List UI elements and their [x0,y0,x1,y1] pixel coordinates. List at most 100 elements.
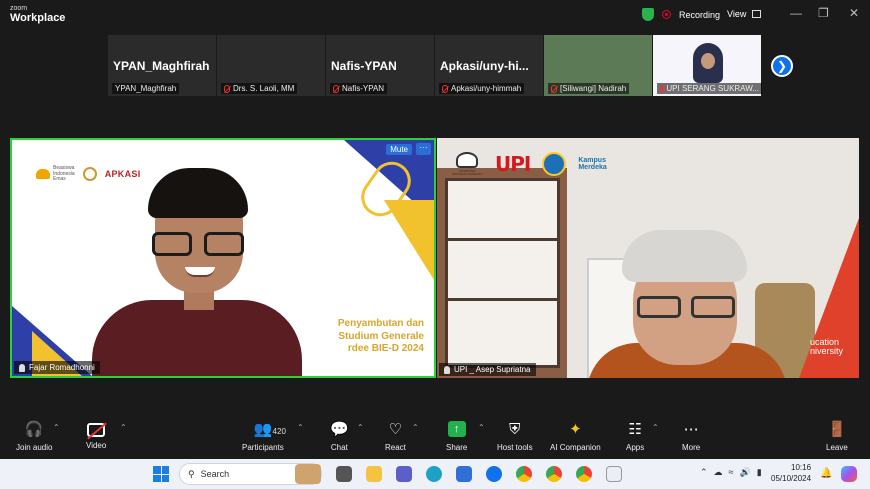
encryption-shield-icon[interactable] [642,8,654,21]
mic-muted-icon [551,84,557,93]
system-tray[interactable]: ⌃ ☁ ≈ 🔊 ▮ [700,467,762,478]
store-icon[interactable] [456,466,472,482]
thumbnail-tile[interactable]: YPAN_Maghfirah YPAN_Maghfirah [108,35,217,96]
edge-icon[interactable] [426,466,442,482]
apps-icon: ☷ [628,421,642,438]
sparkle-icon: ✦ [569,421,582,438]
thumbnail-tile[interactable]: Drs. S. Laoli, MM [217,35,326,96]
video-button[interactable]: Video [86,421,106,450]
widget-icon[interactable] [295,464,321,484]
react-button[interactable]: ♡ React [385,421,406,452]
copilot-icon[interactable] [841,466,857,482]
start-icon[interactable] [153,466,169,482]
slide-title: Penyambutan dan Studium Generale rdee BI… [314,318,424,356]
chat-options-caret[interactable]: ⌃ [357,423,364,432]
share-icon: ↑ [447,421,466,439]
ai-companion-button[interactable]: ✦ AI Companion [550,421,601,452]
pin-icon [19,363,25,372]
react-options-caret[interactable]: ⌃ [412,423,419,432]
control-label: Chat [330,443,348,452]
glasses [152,232,244,256]
search-icon: ⚲ [188,468,195,479]
thumbnail-tile[interactable]: Nafis-YPAN Nafis-YPAN [326,35,435,96]
host-tools-button[interactable]: ⛨ Host tools [497,421,533,452]
volume-icon[interactable]: 🔊 [740,467,751,478]
slide-title-line: rdee BIE-D 2024 [347,343,424,354]
glasses [637,296,735,320]
recording-label: Recording [679,9,721,20]
control-label: Share [446,443,468,452]
recording-indicator[interactable]: Recording [642,8,720,21]
photos-icon[interactable] [606,466,622,482]
tut-wuri-handayani-icon [542,152,567,176]
control-label: React [385,443,406,452]
headphones-icon: 🎧 [24,421,44,438]
share-button[interactable]: ↑ Share [446,421,467,452]
chrome-icon[interactable] [546,466,562,482]
join-audio-options-caret[interactable]: ⌃ [53,423,60,432]
apps-button[interactable]: ☷ Apps [626,421,644,452]
taskbar-clock[interactable]: 10:16 05/10/2024 [771,463,811,485]
participant-video [92,300,302,376]
windows-taskbar: ⚲ Search ⌃ ☁ ≈ 🔊 ▮ 10:16 05/10/2024 🔔 [0,459,870,489]
control-label: Video [86,441,107,450]
control-label: AI Companion [550,443,601,452]
participants-options-caret[interactable]: ⌃ [297,423,304,432]
thumbnail-label-text: UPI SERANG SUKRAW... [666,84,759,93]
mic-muted-icon [333,84,339,93]
teams-icon[interactable] [396,466,412,482]
chat-button[interactable]: 💬 Chat [330,421,349,452]
mute-participant-button[interactable]: Mute [386,144,412,155]
view-label: View [727,9,747,19]
thumbnail-label: UPI SERANG SUKRAW... [657,83,762,94]
battery-icon[interactable]: ▮ [757,467,762,478]
brand-small: zoom [10,5,28,12]
video-tile-participant[interactable]: ucation niversity UNIVERSITAS PENDIDIKAN… [437,138,859,378]
join-audio-button[interactable]: 🎧 Join audio [16,421,52,452]
thumbnail-label-text: YPAN_Maghfirah [115,84,177,93]
apkasi-logo: APKASI [104,169,141,180]
cloud-icon[interactable]: ☁ [714,467,723,478]
control-label: Join audio [16,443,53,452]
video-tile-active-speaker[interactable]: BeasiswaIndonesiaEmas APKASI Yayasan Pen… [10,138,436,378]
leave-icon: 🚪 [827,421,847,438]
video-options-caret[interactable]: ⌃ [120,423,127,432]
chevron-up-icon[interactable]: ⌃ [700,467,708,478]
restore-icon[interactable]: ❐ [818,6,829,20]
minimize-icon[interactable]: — [790,6,802,20]
bie-logo-mark [36,169,50,180]
participants-button[interactable]: 👥 420 Participants [242,421,286,452]
upi-wordmark: UPI [495,152,531,176]
thumbnail-tile[interactable]: [Siliwangi] Nadirah [544,35,653,96]
chrome-icon[interactable] [576,466,592,482]
notification-bell-icon[interactable]: 🔔 [820,468,832,479]
slide-title-line: Studium Generale [338,330,424,342]
participants-icon: 👥 420 [254,421,286,439]
participant-name: Fajar Romadhonni [29,363,95,372]
background-text: ucation niversity [810,338,843,356]
view-button[interactable]: View [727,9,762,19]
more-button[interactable]: ⋯ More [682,421,700,452]
wifi-icon[interactable]: ≈ [729,467,734,478]
participant-hair [622,230,747,282]
folder-icon[interactable] [366,466,382,482]
chat-icon: 💬 [330,421,349,438]
more-icon: ⋯ [683,421,699,438]
zoom-icon[interactable] [486,466,502,482]
thumbnail-tile[interactable]: UPI SERANG SUKRAW... [653,35,762,96]
close-icon[interactable]: ✕ [849,6,859,20]
upi-logo-sub: UNIVERSITAS PENDIDIKAN INDONESIA [452,170,482,176]
participants-count: 420 [272,427,286,436]
next-page-button[interactable]: ❯ [771,55,793,77]
participant-strip: YPAN_Maghfirah YPAN_Maghfirah Drs. S. La… [108,35,763,96]
file-explorer-icon[interactable] [336,466,352,482]
bie-logo-text: Beasiswa Indonesia Emas [53,165,75,182]
kampus-merdeka-logo: Kampus Merdeka [578,157,607,171]
apps-options-caret[interactable]: ⌃ [652,423,659,432]
tile-more-button[interactable]: ··· [416,143,431,155]
thumbnail-label: YPAN_Maghfirah [112,83,180,94]
chrome-icon[interactable] [516,466,532,482]
thumbnail-tile[interactable]: Apkasi/uny-hi... Apkasi/uny-himmah [435,35,544,96]
leave-button[interactable]: 🚪 Leave [826,421,848,452]
share-options-caret[interactable]: ⌃ [478,423,485,432]
